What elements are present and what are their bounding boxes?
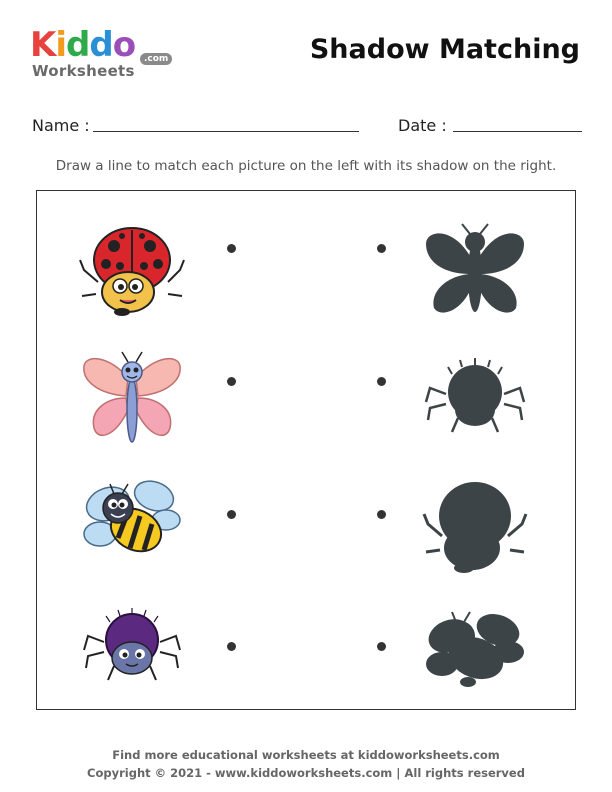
spider-shadow [424,358,526,433]
logo-letter: d [66,25,90,65]
instructions: Draw a line to match each picture on the… [55,158,557,174]
left-match-dot-1[interactable] [227,244,236,253]
bee-shadow [426,611,524,687]
butterfly-shadow [426,223,524,313]
left-match-dot-3[interactable] [227,510,236,519]
bee-icon [83,480,181,553]
logo-badge: .com [140,53,173,65]
name-field[interactable] [93,131,359,132]
name-label: Name : [32,116,90,135]
right-match-dot-3[interactable] [377,510,386,519]
logo-letter: i [55,25,67,65]
footer-line-1: Find more educational worksheets at kidd… [112,748,500,762]
date-field[interactable] [453,131,582,132]
logo-letter: d [89,25,113,65]
ladybug-shadow [422,482,528,573]
left-match-dot-4[interactable] [227,642,236,651]
butterfly-icon [83,351,181,443]
footer-copyright: Copyright © 2021 - www.kiddoworksheets.c… [87,766,525,780]
right-match-dot-4[interactable] [377,642,386,651]
right-match-dot-1[interactable] [377,244,386,253]
logo-letter: K [30,25,56,65]
logo-letter: o [112,25,136,65]
logo-wordmark: Kiddo [30,25,136,65]
left-match-dot-2[interactable] [227,377,236,386]
spider-icon [83,608,181,681]
kiddo-worksheets-logo: Kiddo .com Worksheets [30,28,180,83]
page-title: Shadow Matching [309,34,580,65]
date-label: Date : [398,116,447,135]
right-match-dot-2[interactable] [377,377,386,386]
ladybug-icon [79,227,185,316]
logo-subtitle: Worksheets [32,62,135,80]
